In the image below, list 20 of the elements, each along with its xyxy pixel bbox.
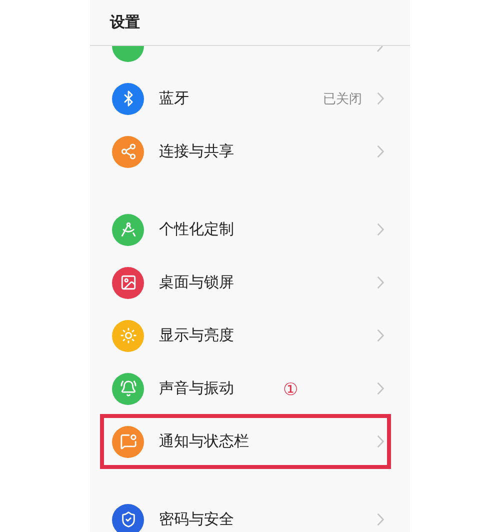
- row-label[interactable]: 密码与安全: [159, 510, 234, 529]
- chevron-icon: [377, 46, 383, 52]
- row-label[interactable]: 蓝牙: [159, 89, 189, 108]
- row-label[interactable]: 桌面与锁屏: [159, 273, 234, 292]
- chevron-icon: [377, 92, 384, 105]
- chevron-icon: [377, 382, 384, 395]
- row-label[interactable]: 通知与状态栏: [159, 432, 249, 451]
- row-label[interactable]: 连接与共享: [159, 142, 234, 161]
- chevron-icon: [377, 329, 384, 342]
- row-label[interactable]: 显示与亮度: [159, 326, 234, 345]
- step-marker: ①: [283, 382, 298, 399]
- chevron-icon: [377, 223, 384, 236]
- chevron-icon: [377, 276, 384, 289]
- chevron-icon: [377, 435, 384, 448]
- row-value: 已关闭: [323, 90, 362, 108]
- page-title: 设置: [110, 13, 140, 32]
- chevron-icon: [377, 145, 384, 158]
- chevron-icon: [377, 513, 384, 526]
- row-label[interactable]: 个性化定制: [159, 220, 234, 239]
- row-label[interactable]: 声音与振动: [159, 379, 234, 398]
